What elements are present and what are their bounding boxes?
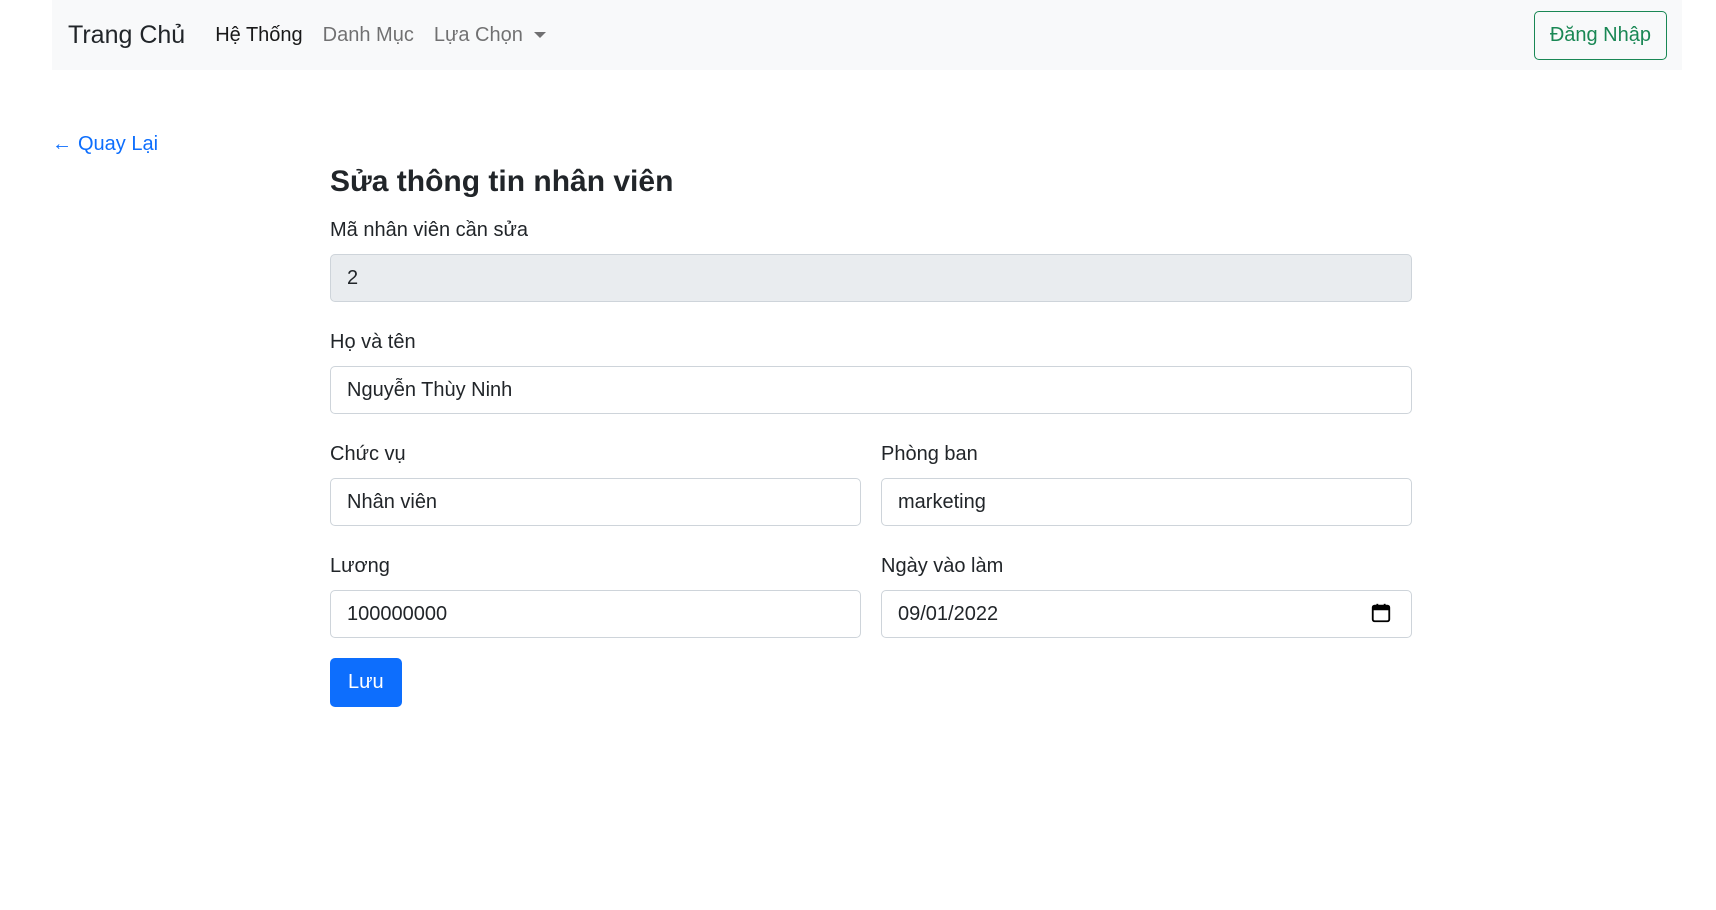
employee-id-label: Mã nhân viên cần sửa bbox=[330, 219, 528, 241]
salary-label: Lương bbox=[330, 555, 390, 577]
full-name-field[interactable]: Nguyễn Thùy Ninh bbox=[330, 366, 1412, 414]
nav-link-danh-muc[interactable]: Danh Mục bbox=[323, 24, 414, 47]
back-link[interactable]: ← Quay Lại bbox=[52, 133, 158, 156]
employee-id-field: 2 bbox=[330, 254, 1412, 302]
position-group: Chức vụ Nhân viên bbox=[330, 442, 861, 526]
page-title: Sửa thông tin nhân viên bbox=[330, 165, 674, 198]
department-field[interactable]: marketing bbox=[881, 478, 1412, 526]
salary-group: Lương 100000000 bbox=[330, 554, 861, 638]
arrow-left-icon: ← bbox=[52, 133, 72, 155]
full-name-label: Họ và tên bbox=[330, 331, 416, 353]
employee-id-group: Mã nhân viên cần sửa 2 bbox=[330, 218, 1412, 302]
nav-link-he-thong[interactable]: Hệ Thống bbox=[215, 24, 302, 47]
login-button[interactable]: Đăng Nhập bbox=[1533, 10, 1667, 60]
position-label: Chức vụ bbox=[330, 443, 406, 465]
start-date-field[interactable]: 09/01/2022 bbox=[881, 590, 1412, 638]
caret-down-icon bbox=[533, 32, 546, 38]
full-name-group: Họ và tên Nguyễn Thùy Ninh bbox=[330, 330, 1412, 414]
start-date-label: Ngày vào làm bbox=[881, 555, 1004, 577]
nav-dropdown-lua-chon[interactable]: Lựa Chọn bbox=[434, 24, 546, 47]
salary-field[interactable]: 100000000 bbox=[330, 590, 861, 638]
back-link-label: Quay Lại bbox=[78, 133, 159, 155]
save-button[interactable]: Lưu bbox=[330, 658, 402, 707]
brand-link[interactable]: Trang Chủ bbox=[68, 21, 185, 50]
navbar: Trang Chủ Hệ Thống Danh Mục Lựa Chọn Đăn… bbox=[52, 0, 1682, 70]
department-group: Phòng ban marketing bbox=[881, 442, 1412, 526]
department-label: Phòng ban bbox=[881, 443, 978, 465]
salary-date-row: Lương 100000000 Ngày vào làm 09/01/2022 bbox=[330, 554, 1412, 666]
start-date-wrapper: 09/01/2022 bbox=[881, 590, 1412, 638]
edit-employee-form: Sửa thông tin nhân viên Mã nhân viên cần… bbox=[330, 162, 1412, 707]
nav-dropdown-label: Lựa Chọn bbox=[433, 23, 523, 46]
position-department-row: Chức vụ Nhân viên Phòng ban marketing bbox=[330, 442, 1412, 554]
start-date-group: Ngày vào làm 09/01/2022 bbox=[881, 554, 1412, 638]
calendar-icon[interactable] bbox=[1370, 602, 1392, 624]
position-field[interactable]: Nhân viên bbox=[330, 478, 861, 526]
